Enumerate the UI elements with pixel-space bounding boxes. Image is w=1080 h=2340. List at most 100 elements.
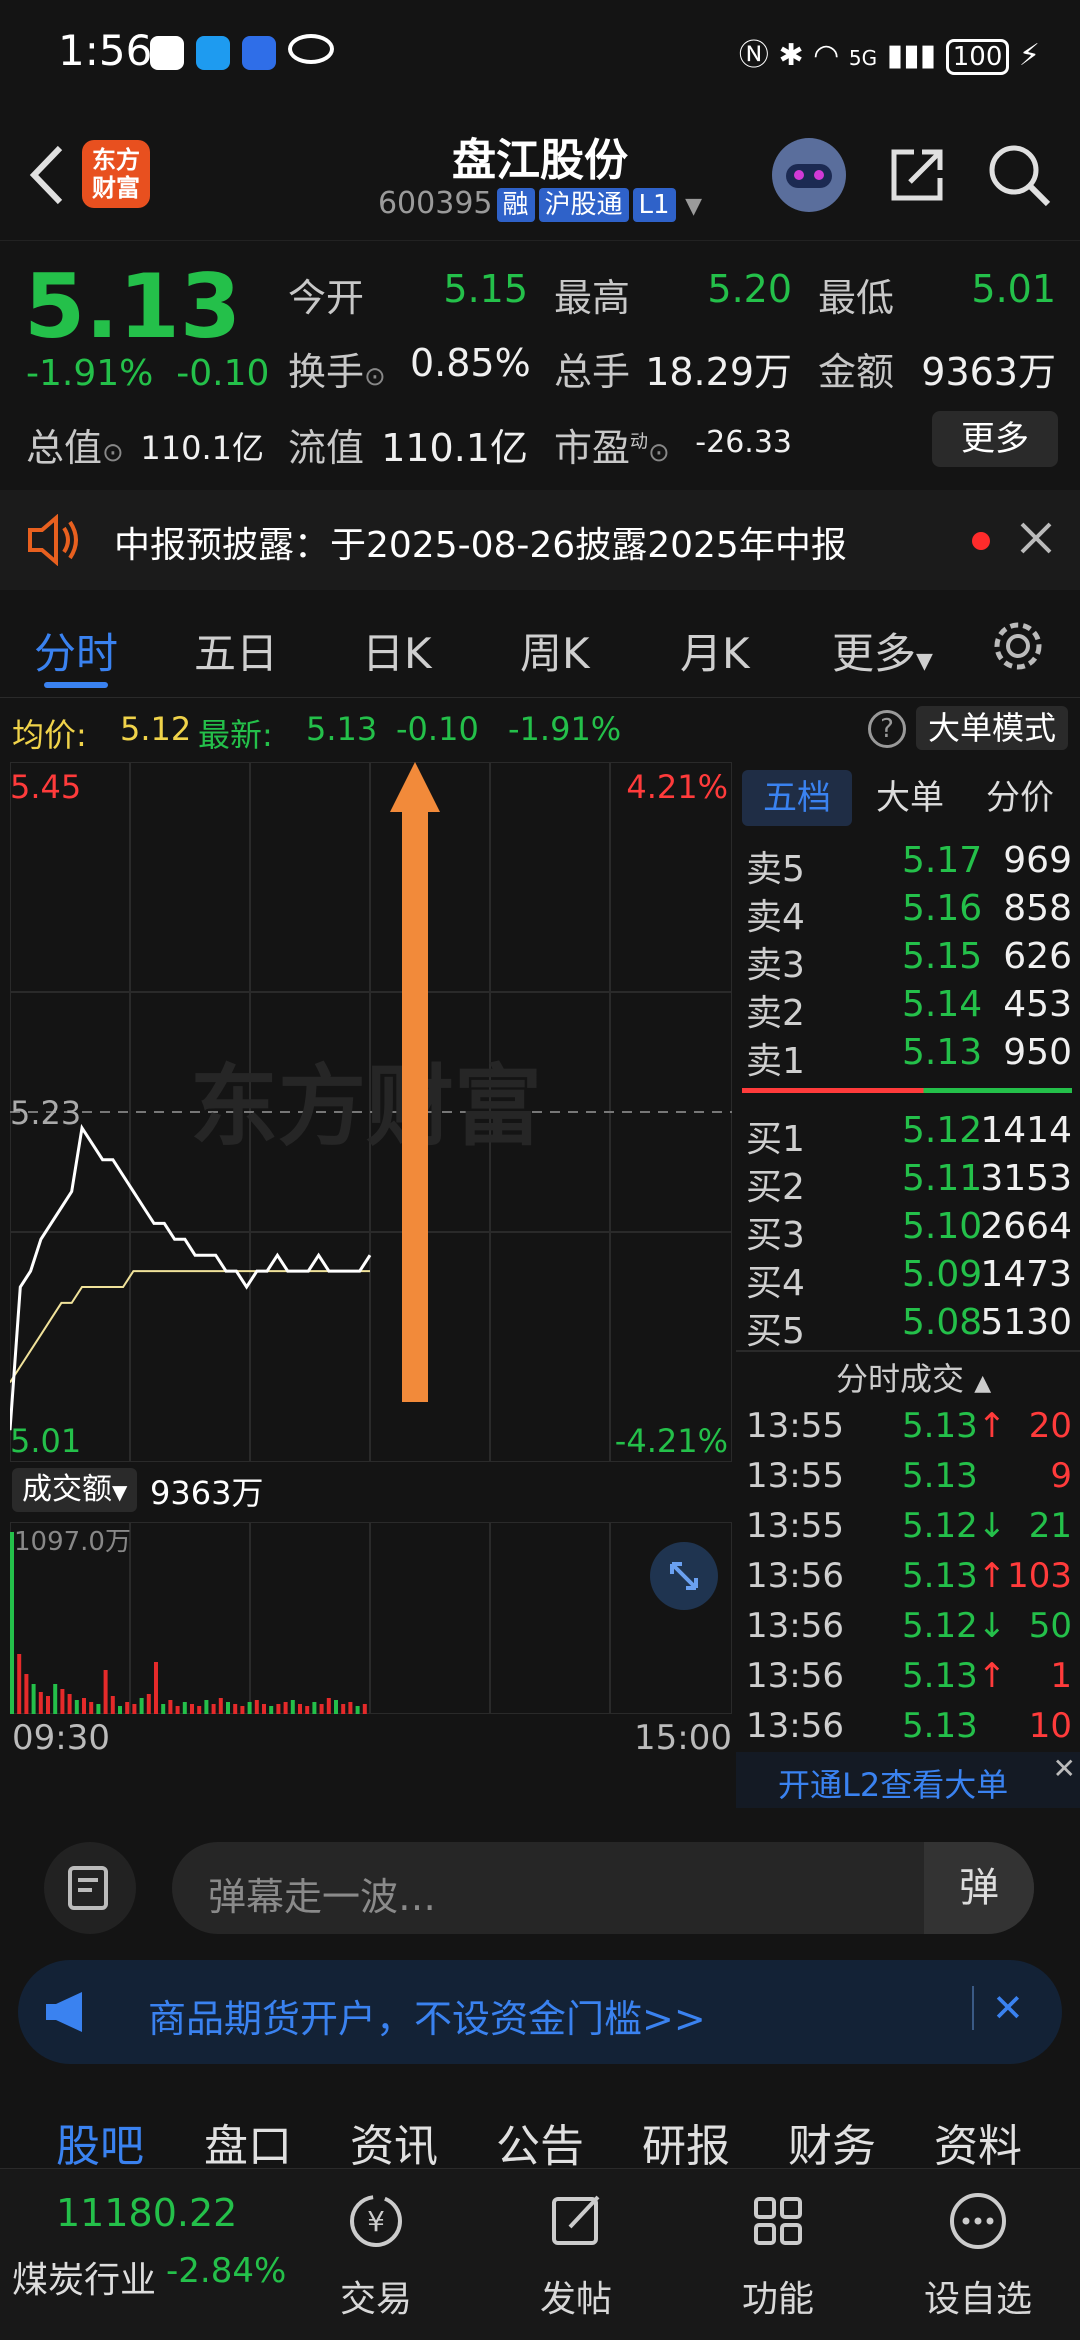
trade-time: 13:55 (746, 1456, 844, 1496)
comment-input[interactable]: 弹幕走一波… 弹 (172, 1842, 1034, 1934)
volume-bar (290, 1700, 295, 1714)
volume-label: 总手 (554, 350, 631, 394)
ask-row: 卖4 5.16 858 (742, 888, 1072, 938)
nav-add-watchlist[interactable]: 设自选 (908, 2189, 1048, 2322)
sector-index-value[interactable]: 11180.22 (56, 2191, 237, 2235)
trade-volume: 103 (1007, 1556, 1072, 1596)
bid-label: 买2 (746, 1167, 805, 1208)
tab-more[interactable]: 更多▼ (832, 620, 933, 681)
volume-bar (24, 1674, 29, 1714)
change-percent: -1.91% (26, 353, 154, 394)
promo-banner[interactable]: 商品期货开户，不设资金门槛>> ✕ (18, 1960, 1062, 2064)
tab-five-levels[interactable]: 五档 (742, 770, 852, 826)
bid-price: 5.08 (902, 1302, 983, 1343)
comment-placeholder: 弹幕走一波… (208, 1875, 437, 1919)
trade-price: 5.13 (902, 1456, 978, 1496)
chart-low-pct: -4.21% (615, 1422, 728, 1460)
trade-row: 13:56 5.13↑ 103 (742, 1556, 1072, 1606)
grid-icon (754, 2197, 802, 2245)
robot-assistant-icon[interactable] (772, 138, 846, 212)
more-quote-button[interactable]: 更多 (932, 411, 1058, 467)
notice-bar[interactable]: 中报预披露：于2025-08-26披露2025年中报 (0, 490, 1080, 590)
ask-price: 5.16 (902, 888, 983, 929)
volume-bar (182, 1702, 187, 1714)
tab-weekly-k[interactable]: 周K (520, 620, 590, 681)
trade-row: 13:56 5.12↓ 50 (742, 1606, 1072, 1656)
nfc-icon: Ⓝ (738, 38, 769, 73)
active-tab-indicator (44, 682, 108, 688)
help-icon[interactable]: ? (868, 710, 906, 748)
volume-bar (341, 1704, 346, 1714)
ask-volume: 626 (1003, 936, 1072, 977)
tab-orderbook[interactable]: 盘口 (204, 2110, 292, 2174)
comment-list-icon[interactable] (44, 1842, 136, 1934)
average-price-line (10, 1270, 370, 1384)
info-icon[interactable]: ⊙ (364, 362, 386, 392)
send-danmu-button[interactable]: 弹 (924, 1842, 1034, 1934)
price-change: -1.91% -0.10 (26, 353, 269, 394)
nav-post[interactable]: 发帖 (506, 2189, 646, 2322)
trade-price: 5.13↑ (902, 1656, 1006, 1696)
volume-bar (326, 1698, 331, 1714)
trade-time: 13:55 (746, 1506, 844, 1546)
tab-intraday[interactable]: 分时 (34, 620, 118, 681)
trade-volume: 1 (1050, 1656, 1072, 1696)
volume-bar (118, 1706, 122, 1714)
volume-bar (204, 1700, 209, 1714)
nav-functions[interactable]: 功能 (708, 2189, 848, 2322)
tab-announcements[interactable]: 公告 (496, 2110, 584, 2174)
trade-time: 13:56 (746, 1706, 844, 1746)
turnover-value: 0.85% (410, 341, 531, 385)
ask-price: 5.14 (902, 984, 983, 1025)
tab-five-day[interactable]: 五日 (194, 620, 278, 681)
sector-name[interactable]: 煤炭行业 (12, 2251, 156, 2303)
expand-icon[interactable] (650, 1542, 718, 1610)
trade-direction: ↑ (977, 1656, 1007, 1696)
intraday-chart[interactable]: 东方财富 5.45 5.23 5.01 4.21% -4.21% (10, 762, 732, 1462)
trade-row: 13:55 5.12↓ 21 (742, 1506, 1072, 1556)
start-time: 09:30 (12, 1718, 110, 1758)
ask-row: 卖3 5.15 626 (742, 936, 1072, 986)
float-mv-label: 流值 (288, 426, 365, 470)
tab-news[interactable]: 资讯 (350, 2110, 438, 2174)
info-icon[interactable]: ⊙ (648, 438, 670, 468)
nav-trade[interactable]: ¥ 交易 (306, 2189, 446, 2322)
info-icon[interactable]: ⊙ (102, 438, 124, 468)
section-tabs: 股吧 盘口 资讯 公告 研报 财务 资料 (0, 2086, 1080, 2172)
close-icon[interactable]: ✕ (972, 1986, 1024, 2030)
tab-forum[interactable]: 股吧 (56, 2110, 144, 2174)
big-order-mode-button[interactable]: 大单模式 (916, 706, 1069, 750)
tab-financials[interactable]: 财务 (788, 2110, 876, 2174)
tab-profile[interactable]: 资料 (934, 2110, 1022, 2174)
ask-label: 卖2 (746, 993, 805, 1034)
app-notification-icon (150, 36, 184, 70)
ask-label: 卖5 (746, 849, 805, 890)
close-icon[interactable]: ✕ (1053, 1752, 1076, 1785)
chart-info-bar: 均价: 5.12 最新: 5.13 -0.10 -1.91% ? 大单模式 (0, 702, 1080, 758)
tab-price-volume[interactable]: 分价 (986, 770, 1054, 826)
trade-time: 13:56 (746, 1556, 844, 1596)
gear-icon[interactable] (990, 618, 1046, 674)
volume-bar (362, 1704, 367, 1714)
volume-bar (139, 1698, 144, 1714)
dropdown-icon[interactable]: ▼ (685, 194, 702, 219)
trades-title[interactable]: 分时成交 ▲ (836, 1354, 991, 1400)
l2-upgrade-banner[interactable]: 开通L2查看大单 ✕ (736, 1752, 1080, 1808)
tab-big-orders[interactable]: 大单 (876, 770, 944, 826)
trade-volume: 21 (1028, 1506, 1072, 1546)
volume-bar (269, 1706, 274, 1714)
tab-daily-k[interactable]: 日K (362, 620, 432, 681)
watermark: 东方财富 (190, 1055, 542, 1158)
stock-header: 东方 财富 盘江股份 600395 融沪股通 L1 ▼ (0, 110, 1080, 240)
trade-price: 5.13 (902, 1706, 978, 1746)
share-icon[interactable] (886, 144, 948, 206)
bid-price: 5.12 (902, 1110, 983, 1151)
nav-functions-label: 功能 (741, 2279, 814, 2320)
sector-change: -2.84% (166, 2251, 287, 2291)
tab-research[interactable]: 研报 (642, 2110, 730, 2174)
volume-bar (197, 1706, 202, 1714)
volume-type-selector[interactable]: 成交额▼ (12, 1468, 138, 1512)
close-icon[interactable] (1018, 520, 1054, 556)
tab-monthly-k[interactable]: 月K (680, 620, 750, 681)
search-icon[interactable] (986, 142, 1052, 208)
